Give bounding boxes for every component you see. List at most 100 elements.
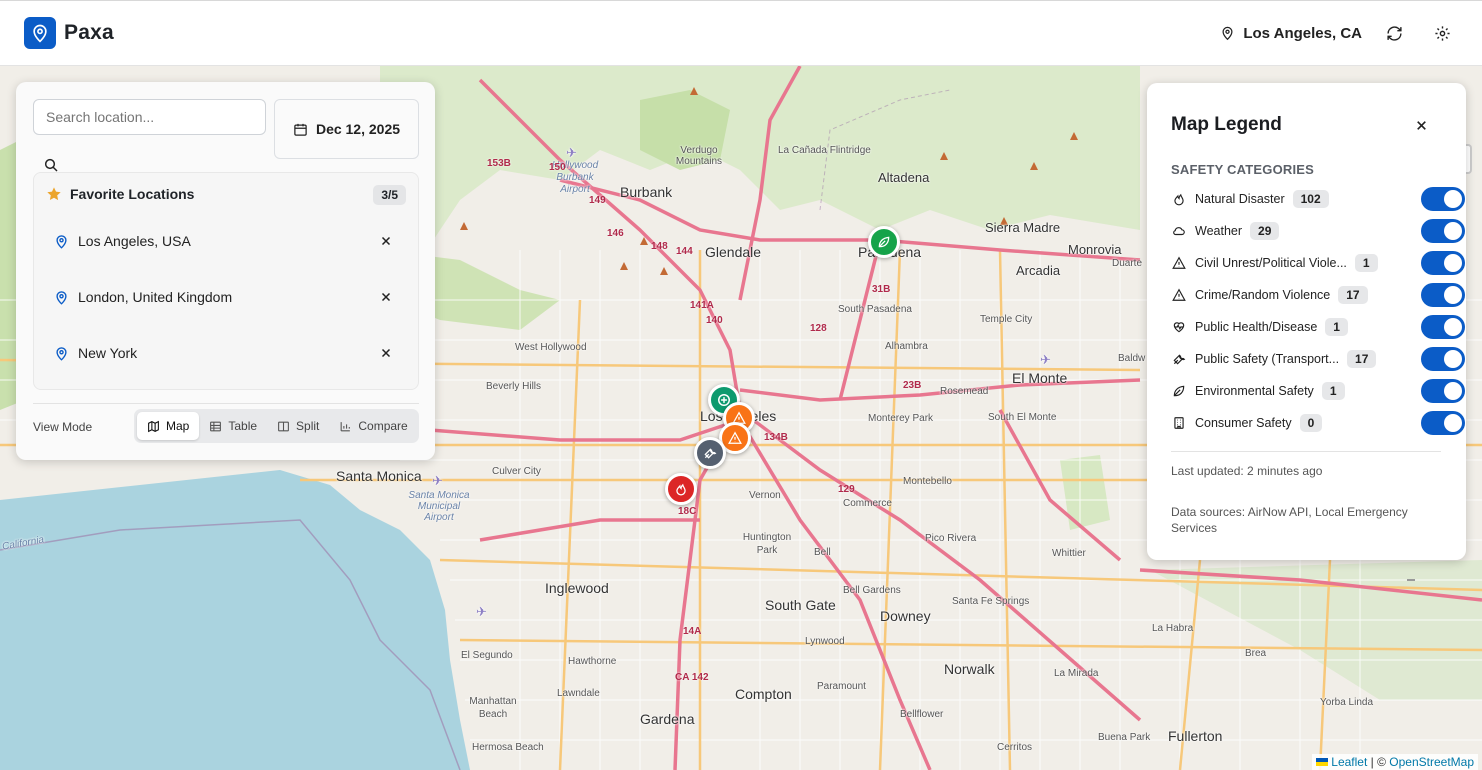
leaf-icon bbox=[1171, 383, 1187, 399]
panel-divider bbox=[33, 403, 419, 404]
bar-chart-icon bbox=[341, 421, 351, 431]
favorite-item[interactable]: London, United Kingdom bbox=[54, 285, 394, 309]
legend-toggle[interactable] bbox=[1421, 379, 1465, 403]
highway-label: 153B bbox=[487, 158, 511, 169]
highway-label: 150 bbox=[549, 162, 566, 173]
search-input[interactable] bbox=[33, 99, 266, 135]
map-label: Duarte bbox=[1112, 258, 1143, 269]
map-label: Hawthorne bbox=[568, 656, 617, 667]
map-attribution: Leaflet | © OpenStreetMap bbox=[1312, 754, 1478, 770]
map-label: Santa Monica bbox=[336, 468, 422, 484]
marker-environmental[interactable] bbox=[868, 226, 900, 258]
favorites-title: Favorite Locations bbox=[70, 186, 195, 202]
wrench-icon bbox=[704, 448, 717, 459]
map-label: Sierra Madre bbox=[985, 220, 1061, 235]
legend-category-label: Weather bbox=[1195, 224, 1243, 238]
map-label: Pico Rivera bbox=[925, 533, 977, 544]
settings-button[interactable] bbox=[1426, 17, 1458, 49]
map-label: Beverly Hills bbox=[486, 381, 542, 392]
favorite-locations: Favorite Locations 3/5 Los Angeles, USA … bbox=[33, 172, 419, 390]
map-label: Yorba Linda bbox=[1320, 697, 1374, 708]
data-sources-text: Data sources: AirNow API, Local Emergenc… bbox=[1171, 505, 1408, 535]
legend-toggle[interactable] bbox=[1421, 219, 1465, 243]
legend-count-badge: 29 bbox=[1250, 222, 1280, 240]
legend-toggle[interactable] bbox=[1421, 187, 1465, 211]
view-mode-map[interactable]: Map bbox=[137, 412, 200, 440]
view-mode-label: View Mode bbox=[33, 420, 93, 434]
star-icon bbox=[47, 187, 61, 201]
map-label: La Mirada bbox=[1054, 668, 1099, 679]
close-icon bbox=[381, 348, 391, 358]
highway-label: 144 bbox=[676, 246, 693, 257]
legend-count-badge: 17 bbox=[1338, 286, 1368, 304]
map-label: Arcadia bbox=[1016, 263, 1061, 278]
legend-category-label: Civil Unrest/Political Viole... bbox=[1195, 256, 1347, 270]
legend-close-button[interactable] bbox=[1412, 116, 1430, 134]
view-mode-table-label: Table bbox=[228, 419, 258, 433]
map-label: Montebello bbox=[903, 476, 952, 487]
favorite-item-label: New York bbox=[78, 345, 138, 361]
highway-label: 128 bbox=[810, 323, 827, 334]
refresh-button[interactable] bbox=[1378, 17, 1410, 49]
remove-favorite-button[interactable] bbox=[378, 233, 394, 249]
favorites-count-badge: 3/5 bbox=[373, 185, 406, 205]
remove-favorite-button[interactable] bbox=[378, 345, 394, 361]
legend-toggle[interactable] bbox=[1421, 411, 1465, 435]
legend-toggle[interactable] bbox=[1421, 251, 1465, 275]
view-mode-map-label: Map bbox=[166, 419, 190, 433]
map-label: Norwalk bbox=[944, 661, 995, 677]
legend-category: Crime/Random Violence 17 bbox=[1171, 283, 1465, 307]
leaflet-link[interactable]: Leaflet bbox=[1331, 755, 1367, 769]
date-label: Dec 12, 2025 bbox=[315, 121, 401, 137]
map-label: Culver City bbox=[492, 466, 541, 477]
map-label: Whittier bbox=[1052, 548, 1086, 559]
legend-toggle[interactable] bbox=[1421, 283, 1465, 307]
map-label: Verdugo Mountains bbox=[675, 145, 723, 167]
view-mode-split[interactable]: Split bbox=[267, 412, 329, 440]
search-icon[interactable] bbox=[43, 157, 59, 173]
marker-disaster[interactable] bbox=[665, 473, 697, 505]
map-label: La Habra bbox=[1152, 623, 1194, 634]
osm-link[interactable]: OpenStreetMap bbox=[1389, 755, 1474, 769]
favorite-item[interactable]: New York bbox=[54, 341, 394, 365]
remove-favorite-button[interactable] bbox=[378, 289, 394, 305]
heart-pulse-icon bbox=[1171, 319, 1187, 335]
fire-icon bbox=[1171, 191, 1187, 207]
favorite-item-label: Los Angeles, USA bbox=[78, 233, 191, 249]
date-picker-button[interactable]: Dec 12, 2025 bbox=[274, 99, 419, 159]
marker-transport[interactable] bbox=[694, 437, 726, 469]
legend-toggle[interactable] bbox=[1421, 315, 1465, 339]
legend-count-badge: 1 bbox=[1354, 254, 1378, 272]
map-label: Alhambra bbox=[885, 341, 928, 352]
legend-count-badge: 1 bbox=[1325, 318, 1348, 336]
map-label: Vernon bbox=[749, 490, 781, 501]
view-mode-table[interactable]: Table bbox=[199, 412, 267, 440]
legend-category-label: Public Safety (Transport... bbox=[1195, 352, 1340, 366]
highway-label: 23B bbox=[903, 380, 922, 391]
warning-icon bbox=[1171, 255, 1187, 271]
current-location[interactable]: Los Angeles, CA bbox=[1220, 25, 1362, 42]
cloud-icon bbox=[1171, 223, 1187, 239]
map-label: El Segundo bbox=[461, 650, 513, 661]
map-label: Lawndale bbox=[557, 688, 600, 699]
close-icon bbox=[381, 236, 391, 246]
map-label: South Gate bbox=[765, 597, 836, 613]
highway-label: 141A bbox=[690, 300, 714, 311]
map-label: Monterey Park bbox=[868, 413, 934, 424]
highway-label: 140 bbox=[706, 315, 723, 326]
logo-icon bbox=[24, 17, 56, 49]
map-label: Hermosa Beach bbox=[472, 742, 544, 753]
map-pin-icon bbox=[56, 346, 67, 361]
warning-icon bbox=[1171, 287, 1187, 303]
highway-label: 148 bbox=[651, 241, 668, 252]
favorite-item[interactable]: Los Angeles, USA bbox=[54, 229, 394, 253]
map-label: Cerritos bbox=[997, 742, 1033, 753]
legend-category: Public Health/Disease 1 bbox=[1171, 315, 1465, 339]
view-mode-compare[interactable]: Compare bbox=[329, 412, 417, 440]
map-label: South El Monte bbox=[988, 412, 1057, 423]
legend-toggle[interactable] bbox=[1421, 347, 1465, 371]
highway-shield bbox=[1407, 579, 1415, 581]
legend-category-label: Crime/Random Violence bbox=[1195, 288, 1331, 302]
map-label: Manhattan Beach bbox=[469, 696, 517, 720]
ukraine-flag-icon bbox=[1316, 758, 1329, 766]
